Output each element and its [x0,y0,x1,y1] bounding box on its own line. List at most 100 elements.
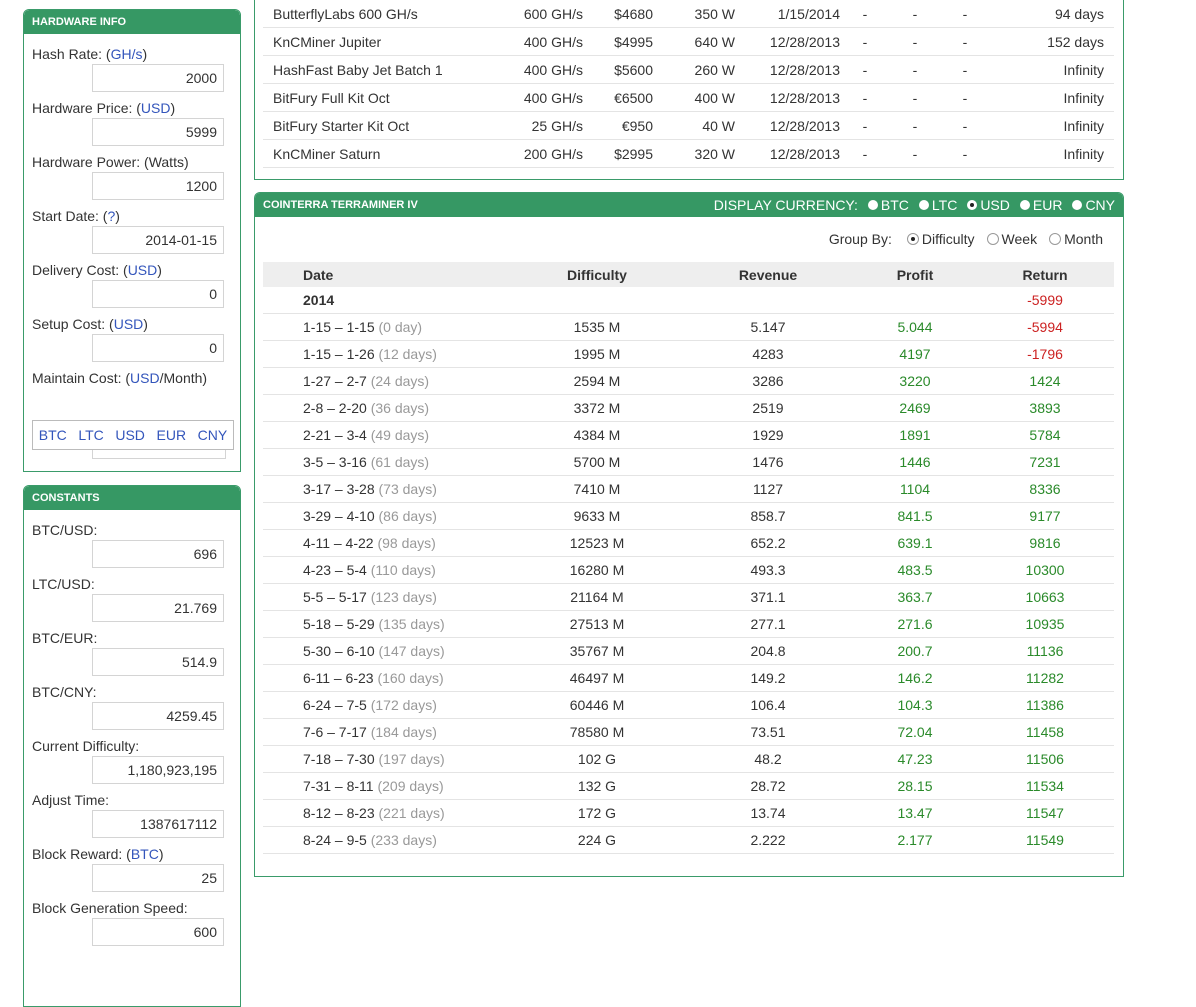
revenue-cell: 1127 [701,475,835,503]
result-row: 3-29 – 4-10 (86 days) 9633 M 858.7 841.5 917… [263,502,1114,530]
column-header-revenue[interactable]: Revenue [701,262,835,287]
revenue-cell: 2519 [701,394,835,422]
date-range: 7-18 – 7-30 [303,751,375,767]
constants-field-input[interactable]: 4259.45 [92,702,224,730]
revenue-cell: 106.4 [701,691,835,719]
date-days: (36 days) [370,400,430,416]
hardware-field-input[interactable]: 0 [92,280,224,308]
currency-radio-usd[interactable]: USD [957,193,1010,217]
hardware-field-input[interactable]: 5999 [92,118,224,146]
radio-button-icon[interactable] [1019,200,1030,210]
miner-c: - [940,83,990,112]
revenue-cell: 858.7 [701,502,835,530]
return-cell: 7231 [995,448,1095,476]
miner-a: - [840,139,890,168]
constants-field-input[interactable]: 696 [92,540,224,568]
radio-button-icon[interactable] [986,233,999,245]
date-range: 3-29 – 4-10 [303,508,375,524]
currency-radio-btc[interactable]: BTC [858,193,909,217]
year-return: -5999 [995,287,1095,314]
hardware-field-input[interactable]: 2000 [92,64,224,92]
difficulty-cell: 9633 M [493,502,701,530]
constants-field-input[interactable]: 25 [92,864,224,892]
radio-button-icon[interactable] [918,200,929,210]
radio-button-icon[interactable] [1072,200,1083,210]
hardware-field-input[interactable]: 1200 [92,172,224,200]
hardware-unit-link[interactable]: USD [141,100,171,116]
constants-field-label: Adjust Time: [32,792,110,808]
date-range: 5-30 – 6-10 [303,643,375,659]
radio-button-icon[interactable] [867,200,878,210]
miner-row[interactable]: BitFury Full Kit Oct 400 GH/s €6500 400 W 12… [263,83,1114,112]
result-row: 1-27 – 2-7 (24 days) 2594 M 3286 3220 1424 [263,367,1114,395]
difficulty-cell: 46497 M [493,664,701,692]
difficulty-cell: 12523 M [493,529,701,557]
group-by-week[interactable]: Week [975,231,1037,247]
revenue-cell: 204.8 [701,637,835,665]
results-header-row: Date Difficulty Revenue Profit Return [263,262,1114,287]
hardware-field-input[interactable]: 2014-01-15 [92,226,224,254]
results-header: COINTERRA TERRAMINER IV DISPLAY CURRENCY… [255,193,1123,217]
difficulty-cell: 132 G [493,772,701,800]
date-range: 6-11 – 6-23 [303,670,374,686]
constants-field-input[interactable]: 1387617112 [92,810,224,838]
date-cell: 8-24 – 9-5 (233 days) [263,826,493,854]
miner-a: - [840,111,890,140]
constants-field-input[interactable]: 600 [92,918,224,946]
date-range: 2-21 – 3-4 [303,427,367,443]
radio-button-icon[interactable] [906,233,919,245]
currency-radio-ltc[interactable]: LTC [909,193,957,217]
display-currency: DISPLAY CURRENCY: BTC LTC USD EUR CNY [714,193,1115,217]
date-days: (98 days) [377,535,436,551]
miner-row[interactable]: ButterflyLabs 600 GH/s 600 GH/s $4680 350 W… [263,0,1114,28]
miner-row[interactable]: KnCMiner Saturn 200 GH/s $2995 320 W 12/28/2… [263,139,1114,168]
column-header-profit[interactable]: Profit [835,262,995,287]
revenue-cell: 3286 [701,367,835,395]
radio-button-icon[interactable] [967,200,978,210]
miner-ret: 94 days [990,0,1114,28]
currency-option-ltc[interactable]: LTC [78,427,103,443]
date-days: (147 days) [378,643,445,659]
date-days: (184 days) [370,724,437,740]
revenue-cell: 73.51 [701,718,835,746]
difficulty-cell: 172 G [493,799,701,827]
column-header-difficulty[interactable]: Difficulty [493,262,701,287]
date-cell: 3-17 – 3-28 (73 days) [263,475,493,503]
date-cell: 7-6 – 7-17 (184 days) [263,718,493,746]
currency-option-cny[interactable]: CNY [198,427,228,443]
profit-cell: 363.7 [835,583,995,611]
hardware-unit-link[interactable]: USD [114,316,144,332]
profit-cell: 28.15 [835,772,995,800]
constants-field-input[interactable]: 514.9 [92,648,224,676]
date-days: (61 days) [370,454,430,470]
date-cell: 5-30 – 6-10 (147 days) [263,637,493,665]
miner-date: 12/28/2013 [735,27,840,56]
currency-option-eur[interactable]: EUR [157,427,187,443]
miner-hash: 400 GH/s [488,83,583,112]
revenue-cell: 5.147 [701,313,835,341]
hardware-fields: Hash Rate: (GH/s) 2000 Hardware Price: (US… [24,34,240,388]
miner-row[interactable]: KnCMiner Jupiter 400 GH/s $4995 640 W 12/28/… [263,27,1114,56]
constants-unit-link[interactable]: BTC [131,846,159,862]
hardware-unit-link[interactable]: USD [130,370,160,386]
constants-field-input[interactable]: 1,180,923,195 [92,756,224,784]
currency-option-usd[interactable]: USD [115,427,145,443]
column-header-date[interactable]: Date [263,262,493,287]
group-by-month[interactable]: Month [1037,231,1103,247]
currency-radio-cny[interactable]: CNY [1062,193,1115,217]
miner-row[interactable]: BitFury Starter Kit Oct 25 GH/s €950 40 W 12… [263,111,1114,140]
profit-cell: 3220 [835,367,995,395]
group-by-difficulty[interactable]: Difficulty [895,231,975,247]
radio-button-icon[interactable] [1049,233,1062,245]
currency-option-btc[interactable]: BTC [39,427,67,443]
return-cell: 8336 [995,475,1095,503]
miners-table: ButterflyLabs 600 GH/s 600 GH/s $4680 350 W… [263,0,1114,168]
column-header-return[interactable]: Return [995,262,1095,287]
hardware-unit-link[interactable]: USD [128,262,158,278]
hardware-field-input[interactable]: 0 [92,334,224,362]
constants-field-input[interactable]: 21.769 [92,594,224,622]
currency-radio-eur[interactable]: EUR [1010,193,1062,217]
miner-row[interactable]: HashFast Baby Jet Batch 1 400 GH/s $5600 26… [263,55,1114,84]
date-range: 4-11 – 4-22 [303,535,374,551]
hardware-unit-link[interactable]: GH/s [111,46,143,62]
